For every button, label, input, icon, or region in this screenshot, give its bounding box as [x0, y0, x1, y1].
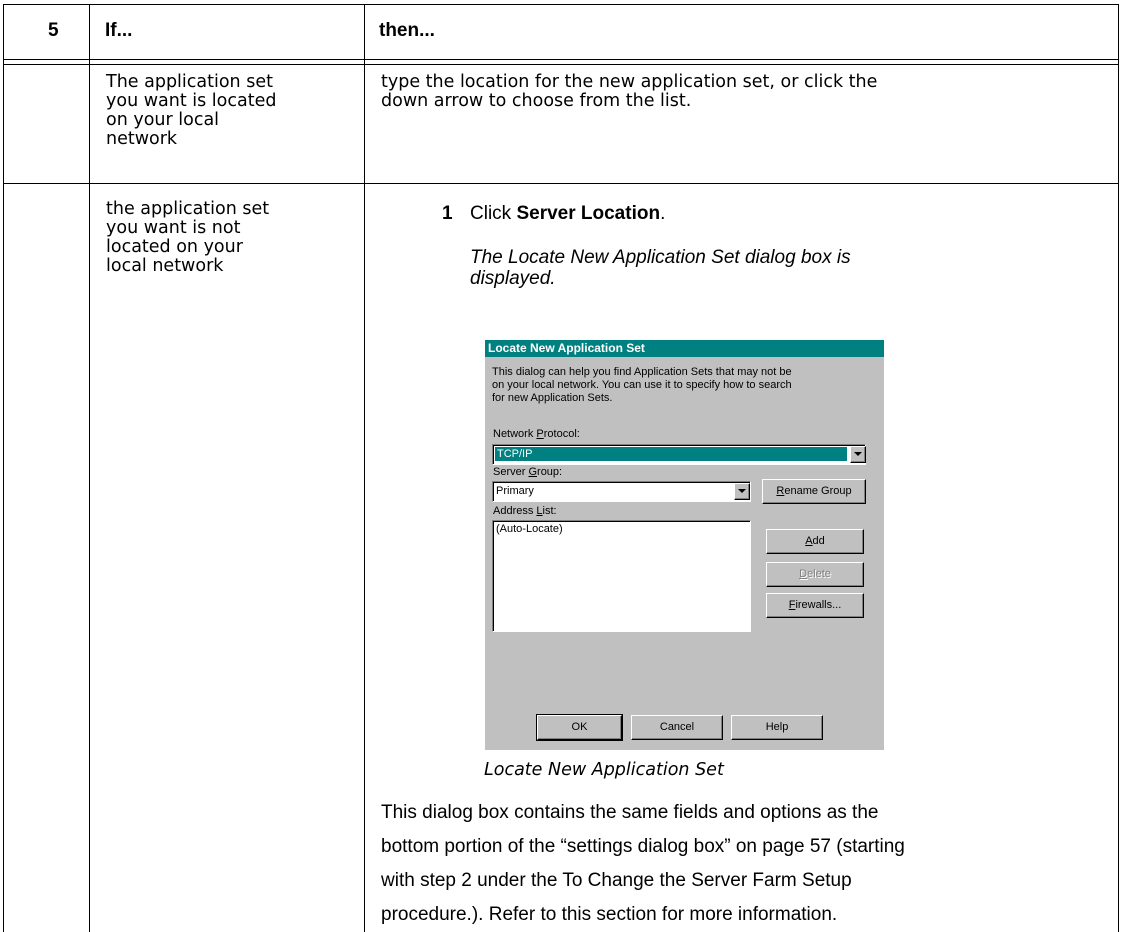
table-border-left [3, 4, 4, 932]
then-column-header: then... [379, 20, 435, 41]
chevron-down-icon[interactable] [734, 483, 750, 500]
table-border-right [1118, 4, 1119, 932]
server-group-combo[interactable]: Primary [492, 481, 751, 502]
chevron-down-icon[interactable] [850, 446, 866, 463]
cancel-button[interactable]: Cancel [631, 715, 723, 740]
step-1-number: 1 [442, 203, 453, 224]
step-number-header: 5 [48, 20, 59, 41]
locate-new-application-set-dialog: Locate New Application Set This dialog c… [485, 340, 884, 750]
help-button[interactable]: Help [731, 715, 823, 740]
step-1-result: The Locate New Application Set dialog bo… [470, 247, 851, 289]
network-protocol-combo[interactable]: TCP/IP [492, 444, 866, 465]
address-list-label: Address List: [493, 505, 557, 517]
column-divider-2 [364, 4, 365, 932]
address-list[interactable]: (Auto-Locate) [492, 520, 751, 632]
row1-action: type the location for the new applicatio… [381, 72, 878, 111]
server-group-value: Primary [496, 485, 534, 497]
if-column-header: If... [105, 20, 133, 41]
row1-condition: The application set you want is located … [106, 72, 277, 149]
network-protocol-label: Network Protocol: [493, 428, 580, 440]
figure-caption: Locate New Application Set [484, 760, 724, 780]
list-item[interactable]: (Auto-Locate) [496, 523, 563, 536]
table-border-top [3, 4, 1119, 5]
delete-button: Delete [766, 562, 864, 587]
step-1-text: Click Server Location. [470, 203, 666, 224]
dialog-title-bar: Locate New Application Set [485, 340, 884, 357]
row2-body-text: This dialog box contains the same fields… [381, 802, 905, 925]
header-rule-2 [3, 64, 1119, 65]
ok-button[interactable]: OK [536, 714, 623, 741]
row-divider [3, 183, 1119, 184]
column-divider-1 [89, 4, 90, 932]
add-button[interactable]: Add [766, 529, 864, 554]
header-rule-1 [3, 59, 1119, 60]
network-protocol-value: TCP/IP [494, 446, 848, 462]
server-group-label: Server Group: [493, 466, 563, 478]
row2-condition: the application set you want is not loca… [106, 199, 270, 276]
dialog-description: This dialog can help you find Applicatio… [492, 366, 792, 404]
firewalls-button[interactable]: Firewalls... [766, 593, 864, 618]
rename-group-button[interactable]: Rename Group [762, 479, 866, 504]
server-location-term: Server Location [516, 203, 661, 224]
